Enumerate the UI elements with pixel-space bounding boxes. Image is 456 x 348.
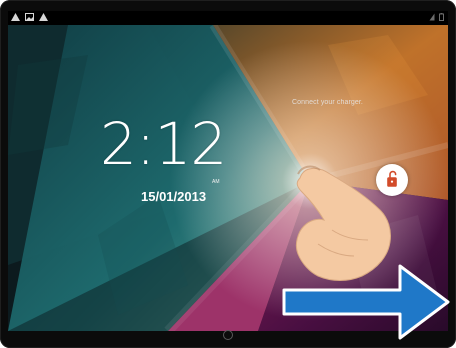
- warning-icon: [11, 12, 20, 24]
- clock-time: 2:12: [100, 110, 227, 178]
- status-notification-icons: [11, 12, 48, 24]
- wifi-icon: [429, 13, 435, 24]
- swipe-right-arrow-icon: [282, 264, 450, 340]
- image-icon: [25, 12, 34, 24]
- charger-message: Connect your charger.: [292, 99, 363, 106]
- warning-icon: [39, 12, 48, 24]
- status-bar: [8, 11, 448, 25]
- home-button-icon[interactable]: [223, 330, 233, 340]
- clock-ampm: AM: [212, 179, 220, 185]
- tablet-device: Connect your charger. 2:12 AM 15/01/2013: [0, 0, 456, 348]
- lock-date: 15/01/2013: [141, 189, 207, 204]
- status-system-icons: [429, 12, 444, 24]
- battery-icon: [439, 12, 444, 24]
